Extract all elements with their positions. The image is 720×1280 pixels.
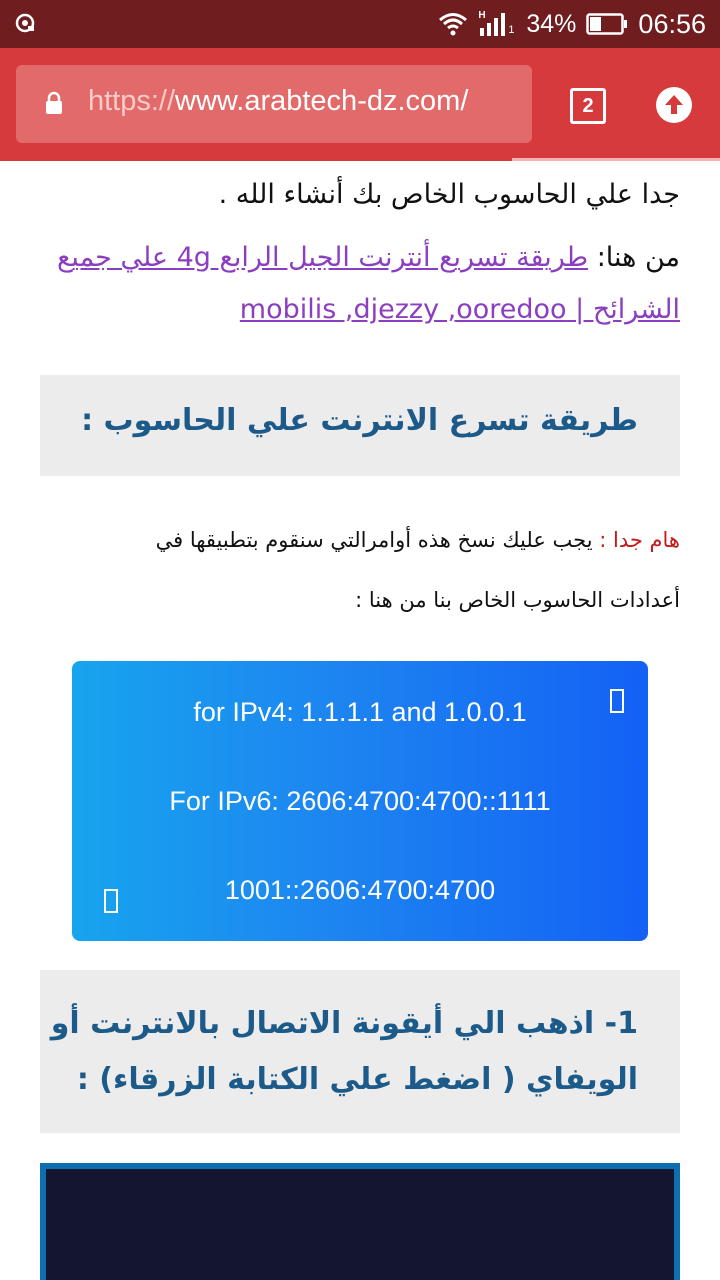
- url-host: www.arabtech-dz.com/: [175, 85, 469, 117]
- dns-code-box: for IPv4: 1.1.1.1 and 1.0.0.1 For IPv6: …: [72, 661, 648, 941]
- battery-percent: 34%: [526, 9, 577, 38]
- paragraph-link: من هنا: طريقة تسريع أنترنت الجيل الرابع …: [40, 232, 680, 336]
- important-text: يجب عليك نسخ هذه أوامرالتي سنقوم بتطبيقه…: [155, 528, 593, 552]
- link-prefix: من هنا:: [588, 242, 680, 273]
- tab-switcher-button[interactable]: 2: [570, 88, 606, 124]
- sim-slot-label: 1: [508, 24, 515, 36]
- dns-ipv6: For IPv6: 2606:4700:4700::1111: [169, 786, 551, 816]
- important-line-2: أعدادات الحاسوب الخاص بنا من هنا :: [355, 588, 680, 612]
- important-note: هام جدا : يجب عليك نسخ هذه أوامرالتي سنق…: [40, 520, 680, 620]
- heading-2-text: 1- اذهب الي أيقونة الاتصال بالانترنت أو …: [50, 1006, 638, 1097]
- page-load-progress: [0, 155, 720, 161]
- missing-glyph-icon: [104, 889, 118, 913]
- browser-toolbar: https://www.arabtech-dz.com/ 2: [0, 48, 720, 158]
- wifi-icon: [439, 13, 468, 36]
- article-screenshot-image: [40, 1163, 680, 1280]
- image-dark-area: [46, 1169, 674, 1280]
- dns-ipv4: for IPv4: 1.1.1.1 and 1.0.0.1: [193, 697, 527, 727]
- important-label: هام جدا :: [592, 528, 680, 552]
- section-heading-1: طريقة تسرع الانترنت علي الحاسوب :: [40, 375, 680, 476]
- paragraph-intro: جدا علي الحاسوب الخاص بك أنشاء الله .: [218, 179, 680, 210]
- url-text[interactable]: https://www.arabtech-dz.com/: [88, 85, 468, 118]
- update-browser-button[interactable]: [656, 87, 692, 123]
- missing-glyph-icon: [610, 689, 624, 713]
- url-scheme: https://: [88, 85, 176, 117]
- progress-remaining: [512, 158, 720, 161]
- signal-icon: H 1: [478, 10, 516, 38]
- clock: 06:56: [638, 8, 706, 39]
- url-bar[interactable]: https://www.arabtech-dz.com/: [16, 65, 532, 143]
- battery-icon: [586, 13, 628, 35]
- dns-ipv6-secondary: 1001::2606:4700:4700: [224, 875, 496, 905]
- section-heading-2: 1- اذهب الي أيقونة الاتصال بالانترنت أو …: [40, 970, 680, 1133]
- heading-1-text: طريقة تسرع الانترنت علي الحاسوب :: [81, 403, 638, 438]
- lock-icon: [46, 91, 62, 114]
- progress-fill: [0, 155, 512, 161]
- screen-record-icon: [15, 13, 35, 33]
- important-line-1: هام جدا : يجب عليك نسخ هذه أوامرالتي سنق…: [40, 520, 680, 560]
- article-link[interactable]: طريقة تسريع أنترنت الجيل الرابع 4g علي ج…: [57, 242, 680, 325]
- arrow-up-icon: [665, 95, 683, 114]
- status-bar: H 1 34% 06:56: [0, 0, 720, 48]
